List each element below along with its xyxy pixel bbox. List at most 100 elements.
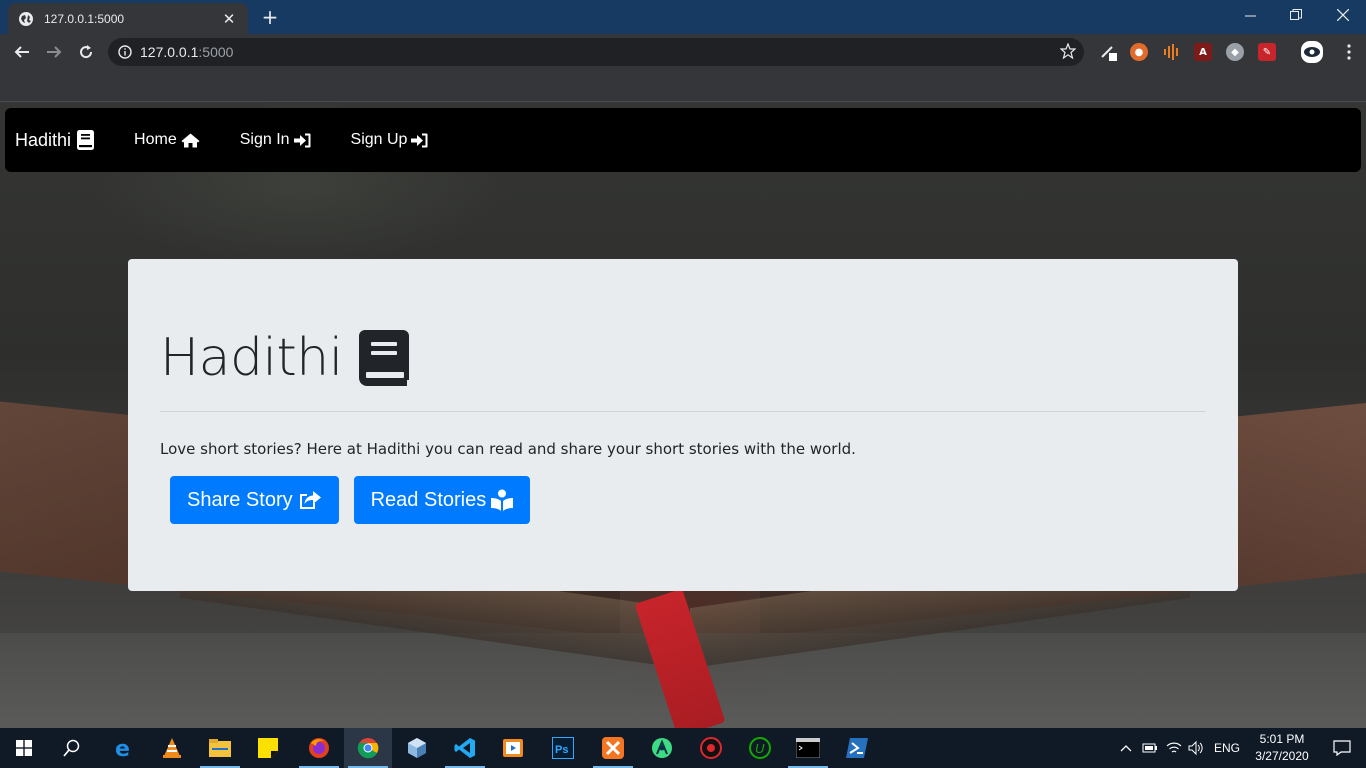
page-viewport: Hadithi Home Sign In Sign Up Hadithi Lov… (0, 103, 1366, 728)
share-story-label: Share Story (187, 488, 293, 511)
nav-sign-up[interactable]: Sign Up (351, 131, 429, 149)
vscode-icon (454, 738, 475, 758)
extension-pdf-icon[interactable]: A (1194, 43, 1212, 61)
taskbar-vlc[interactable] (148, 728, 196, 768)
battery-icon[interactable] (1142, 742, 1158, 754)
arrow-right-icon (47, 46, 62, 58)
arrow-left-icon (14, 46, 29, 58)
clock-date: 3/27/2020 (1255, 749, 1309, 763)
taskbar-firefox[interactable] (295, 728, 343, 768)
action-center-button[interactable] (1318, 728, 1366, 768)
taskbar-chrome[interactable] (344, 728, 392, 768)
url-host: 127.0.0.1 (140, 44, 199, 60)
sign-up-icon (411, 133, 428, 147)
xampp-icon (602, 737, 624, 759)
volume-icon[interactable] (1188, 741, 1204, 755)
chrome-icon (357, 738, 379, 759)
upwork-icon: U (749, 737, 771, 759)
book-reader-icon (491, 489, 514, 511)
hero-title: Hadithi (160, 327, 1206, 389)
minimize-icon (1244, 15, 1256, 16)
browser-tab[interactable]: 127.0.0.1:5000 ✕ (8, 3, 248, 34)
gear-icon (700, 737, 722, 759)
taskbar-command-prompt[interactable] (784, 728, 832, 768)
extension-tiger-icon[interactable]: ● (1130, 43, 1148, 61)
cube-icon (408, 738, 426, 758)
android-studio-icon (652, 738, 672, 758)
bookmark-star-icon[interactable] (1060, 43, 1076, 59)
chevron-up-icon[interactable] (1120, 744, 1132, 752)
tab-close-icon[interactable]: ✕ (220, 10, 238, 28)
restore-icon (1290, 9, 1302, 20)
taskbar-photoshop[interactable]: Ps (539, 728, 587, 768)
read-stories-label: Read Stories (370, 488, 487, 511)
sign-in-icon (293, 133, 311, 147)
book-icon (358, 330, 409, 386)
language-indicator[interactable]: ENG (1214, 741, 1240, 755)
address-bar[interactable]: 127.0.0.1:5000 (108, 38, 1084, 66)
reload-icon (80, 45, 93, 59)
taskbar-vscode[interactable] (441, 728, 489, 768)
taskbar-media-app[interactable] (489, 728, 537, 768)
new-tab-button[interactable]: + (258, 5, 282, 29)
nav-home[interactable]: Home (134, 131, 200, 149)
windows-taskbar: e Ps U ENG 5:01 PM 3/27/2020 (0, 728, 1366, 768)
book-icon (77, 130, 95, 150)
url-text: 127.0.0.1:5000 (140, 44, 233, 60)
wifi-icon[interactable] (1166, 741, 1182, 755)
svg-text:e: e (115, 737, 130, 759)
windows-logo-icon (16, 740, 32, 756)
minimize-button[interactable] (1227, 0, 1273, 30)
forward-button[interactable] (41, 39, 67, 65)
firefox-icon (309, 738, 329, 758)
extension-audio-icon[interactable] (1162, 43, 1180, 61)
toolbar-spacer (0, 70, 1366, 102)
tab-title: 127.0.0.1:5000 (44, 11, 125, 26)
vlc-icon (163, 738, 181, 758)
notification-icon (1333, 740, 1351, 756)
brand-text: Hadithi (15, 129, 72, 150)
taskbar-android-studio[interactable] (638, 728, 686, 768)
hero-divider (160, 411, 1206, 412)
taskbar-sticky-notes[interactable] (244, 728, 292, 768)
video-player-icon (503, 739, 523, 757)
taskbar-upwork[interactable]: U (736, 728, 784, 768)
extension-pen-icon[interactable] (1100, 43, 1118, 61)
edge-icon: e (115, 737, 130, 759)
taskbar-powershell[interactable] (833, 728, 881, 768)
taskbar-edge[interactable]: e (100, 728, 148, 768)
nav-sign-in[interactable]: Sign In (240, 131, 311, 149)
powershell-icon (846, 738, 868, 758)
clock-time: 5:01 PM (1259, 732, 1305, 746)
taskbar-virtualbox[interactable] (393, 728, 441, 768)
browser-toolbar: 127.0.0.1:5000 ● A ◆ ✎ (0, 34, 1366, 70)
extension-red-icon[interactable]: ✎ (1258, 43, 1276, 61)
start-button[interactable] (0, 728, 48, 768)
taskbar-red-app[interactable] (687, 728, 735, 768)
restore-button[interactable] (1273, 0, 1319, 30)
close-icon (1337, 9, 1349, 21)
terminal-icon (796, 738, 820, 758)
share-story-button[interactable]: Share Story (170, 476, 339, 524)
read-stories-button[interactable]: Read Stories (353, 476, 531, 524)
home-icon (181, 133, 200, 147)
hero-lead: Love short stories? Here at Hadithi you … (160, 440, 856, 458)
nav-sign-in-label: Sign In (239, 131, 290, 148)
close-window-button[interactable] (1320, 0, 1366, 30)
hero-title-text: Hadithi (160, 328, 343, 388)
back-button[interactable] (9, 39, 35, 65)
taskbar-file-explorer[interactable] (196, 728, 244, 768)
system-clock[interactable]: 5:01 PM 3/27/2020 (1250, 731, 1314, 765)
info-icon[interactable] (118, 45, 132, 59)
photoshop-icon: Ps (552, 737, 574, 759)
globe-icon (19, 11, 33, 26)
navbar-brand[interactable]: Hadithi (15, 129, 95, 151)
svg-text:U: U (755, 741, 765, 756)
extension-eye-icon[interactable] (1301, 41, 1323, 63)
taskbar-xampp[interactable] (589, 728, 637, 768)
folder-icon (209, 739, 231, 757)
extension-compass-icon[interactable]: ◆ (1226, 43, 1244, 61)
search-button[interactable] (48, 728, 96, 768)
reload-button[interactable] (73, 39, 99, 65)
menu-kebab-icon[interactable] (1340, 43, 1358, 61)
